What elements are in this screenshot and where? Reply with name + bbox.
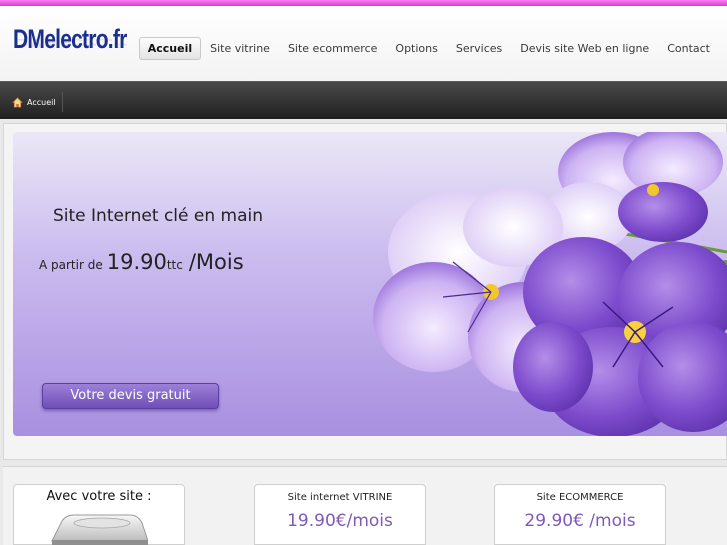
features-card: Avec votre site : [13, 484, 185, 545]
nav-item-site-vitrine[interactable]: Site vitrine [201, 37, 279, 60]
price-amount: 19.90 [106, 250, 167, 274]
features-card-title: Avec votre site : [46, 489, 152, 504]
site-logo-reflection: DMelectro.fr [13, 36, 127, 51]
site-header: DMelectro.fr DMelectro.fr Accueil Site v… [0, 6, 727, 81]
free-quote-button[interactable]: Votre devis gratuit [42, 383, 219, 409]
breadcrumb-bar: Accueil [0, 81, 727, 119]
home-icon [12, 93, 27, 112]
nav-item-services[interactable]: Services [447, 37, 511, 60]
price-prefix: A partir de [39, 258, 103, 272]
hero-price: A partir de 19.90ttc/Mois [39, 250, 244, 274]
hero-banner: Site Internet clé en main A partir de 19.… [13, 132, 727, 436]
vitrine-card-price: 19.90€/mois [287, 511, 393, 531]
ecommerce-card-label: Site ECOMMERCE [536, 492, 624, 503]
price-period: /Mois [188, 250, 244, 274]
nav-item-options[interactable]: Options [386, 37, 446, 60]
main-nav: Accueil Site vitrine Site ecommerce Opti… [138, 37, 719, 60]
nav-item-accueil[interactable]: Accueil [138, 37, 202, 60]
price-ttc: ttc [166, 258, 183, 272]
vitrine-card-label: Site internet VITRINE [287, 492, 393, 503]
ecommerce-card[interactable]: Site ECOMMERCE 29.90€ /mois [494, 484, 666, 545]
breadcrumb-label: Accueil [27, 97, 56, 107]
nav-item-site-ecommerce[interactable]: Site ecommerce [279, 37, 386, 60]
device-image [51, 514, 148, 545]
nav-item-devis[interactable]: Devis site Web en ligne [511, 37, 658, 60]
nav-item-contact[interactable]: Contact [658, 37, 719, 60]
ecommerce-card-price: 29.90€ /mois [524, 511, 636, 531]
breadcrumb[interactable]: Accueil [6, 92, 63, 112]
vitrine-card[interactable]: Site internet VITRINE 19.90€/mois [254, 484, 426, 545]
hero-title: Site Internet clé en main [53, 206, 263, 226]
